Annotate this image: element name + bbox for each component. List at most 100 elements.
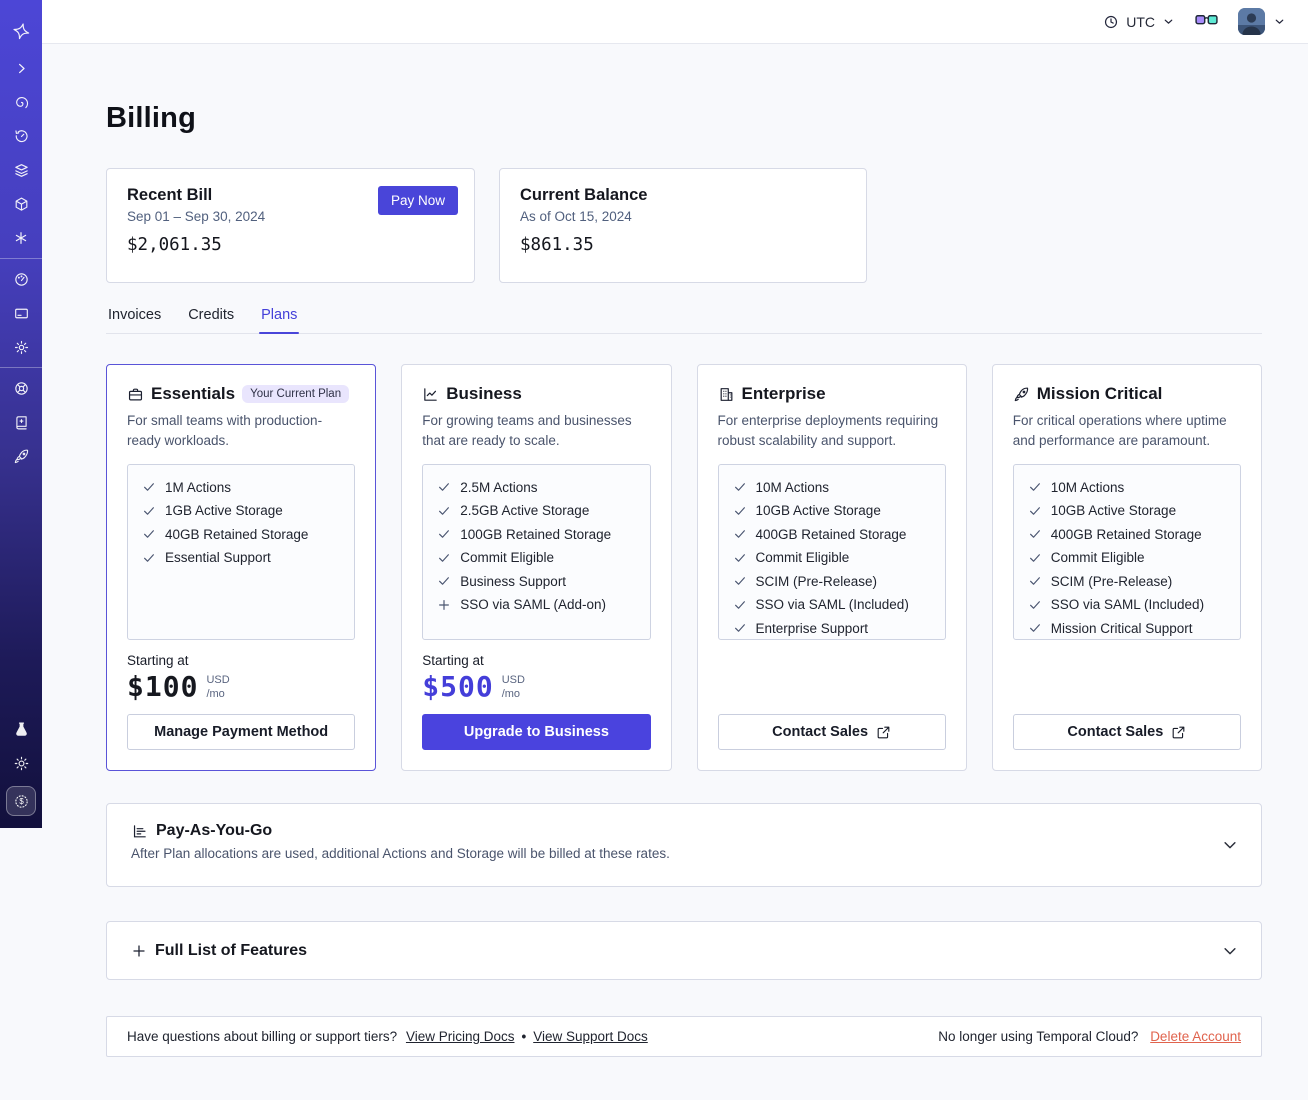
manage-payment-method-button[interactable]: Manage Payment Method [127,714,356,750]
view-pricing-docs-link[interactable]: View Pricing Docs [406,1029,515,1044]
feature-row: 10GB Active Storage [1028,503,1226,518]
plan-card-essentials: Essentials Your Current Plan For small t… [106,364,377,771]
feature-row: 10M Actions [733,480,931,495]
check-icon [1029,553,1040,562]
plan-price: $100 [127,669,199,703]
building-icon [718,386,735,403]
top-bar: UTC [42,0,1308,44]
check-icon [1029,600,1040,609]
plan-description: For small teams with production-ready wo… [127,413,323,449]
contact-sales-label: Contact Sales [1067,724,1164,740]
feature-row: 2.5M Actions [437,480,635,495]
delete-account-link[interactable]: Delete Account [1150,1029,1241,1044]
feature-row: 100GB Retained Storage [437,527,635,542]
check-icon [734,530,745,538]
check-icon [144,506,154,515]
price-currency: USD [206,673,230,686]
feature-row: SSO via SAML (Included) [733,597,931,612]
theme-sun-icon[interactable] [0,746,42,780]
sidebar-divider [0,258,42,259]
billing-card-icon[interactable] [0,296,42,330]
starting-at-label: Starting at [422,652,484,668]
rocket-icon [1013,386,1030,403]
schedules-icon[interactable] [0,119,42,153]
chevron-down-icon[interactable] [1221,942,1239,960]
separator-dot: • [521,1029,527,1044]
feature-row: Essential Support [142,550,340,565]
current-balance-amount: $861.35 [520,235,594,255]
contact-sales-button[interactable]: Contact Sales [717,714,946,750]
sidebar-item-billing-active[interactable]: $ [6,786,36,816]
contact-sales-button[interactable]: Contact Sales [1012,714,1241,750]
paygo-subtitle: After Plan allocations are used, additio… [131,846,670,861]
feature-row: 1M Actions [142,480,340,495]
billing-footer: Have questions about billing or support … [106,1016,1262,1057]
docs-book-icon[interactable] [0,405,42,439]
check-icon [1029,624,1040,632]
check-icon [144,530,154,538]
tab-plans[interactable]: Plans [259,307,300,334]
layers-icon[interactable] [0,153,42,187]
check-icon [439,553,450,562]
temporal-logo-icon[interactable] [0,13,42,47]
timezone-selector[interactable]: UTC [1103,14,1175,30]
feature-row: 2.5GB Active Storage [437,503,635,518]
plan-feature-list: 10M Actions 10GB Active Storage 400GB Re… [717,463,946,640]
deployments-cube-icon[interactable] [0,187,42,221]
rates-chart-icon [131,823,148,840]
plan-card-mission-critical: Mission Critical For critical operations… [991,364,1262,771]
check-icon [439,506,450,515]
feature-row: Mission Critical Support [1028,621,1226,636]
check-icon [1029,530,1040,538]
plus-icon [131,943,147,959]
chevron-down-icon[interactable] [1273,15,1286,28]
view-support-docs-link[interactable]: View Support Docs [533,1029,648,1044]
price-block: Starting at $100 USD/mo [127,653,355,703]
check-icon [1029,506,1040,515]
user-avatar[interactable] [1238,8,1265,35]
delete-question: No longer using Temporal Cloud? [938,1029,1139,1044]
check-icon [144,553,154,562]
timezone-label: UTC [1126,13,1155,30]
chevron-down-icon[interactable] [1221,836,1239,854]
plan-feature-list: 10M Actions 10GB Active Storage 400GB Re… [1012,463,1241,640]
support-lifebuoy-icon[interactable] [0,371,42,405]
clock-icon [1103,14,1119,30]
price-currency: USD [501,673,525,686]
namespaces-icon[interactable] [0,85,42,119]
feature-row: 40GB Retained Storage [142,527,340,542]
labs-flask-icon[interactable] [0,712,42,746]
check-icon [734,553,745,562]
feature-row: Business Support [437,574,635,589]
pay-as-you-go-panel[interactable]: Pay-As-You-Go After Plan allocations are… [106,803,1262,887]
footer-delete-text: No longer using Temporal Cloud? Delete A… [938,1029,1241,1044]
footer-help-text: Have questions about billing or support … [127,1029,648,1044]
check-icon [439,530,450,538]
pay-now-button[interactable]: Pay Now [377,186,458,215]
briefcase-icon [127,386,144,403]
feature-row: 400GB Retained Storage [733,527,931,542]
summary-cards: Recent Bill Sep 01 – Sep 30, 2024 $2,061… [106,168,1262,283]
plan-description: For growing teams and businesses that ar… [422,413,632,449]
getting-started-rocket-icon[interactable] [0,439,42,473]
settings-gear-icon[interactable] [0,330,42,364]
check-icon [734,506,745,515]
dev-glasses-icon[interactable] [1195,14,1218,29]
tab-credits[interactable]: Credits [186,307,236,333]
dollar-glyph: $ [19,797,24,806]
current-balance-as-of: As of Oct 15, 2024 [520,209,632,224]
plan-card-business: Business For growing teams and businesse… [401,364,672,771]
usage-meter-icon[interactable] [0,262,42,296]
check-icon [144,483,154,491]
feature-row: 10GB Active Storage [733,503,931,518]
check-icon [734,624,745,632]
recent-bill-card: Recent Bill Sep 01 – Sep 30, 2024 $2,061… [106,168,475,283]
full-features-panel[interactable]: Full List of Features [106,921,1262,980]
expand-sidebar-icon[interactable] [0,51,42,85]
upgrade-to-business-button[interactable]: Upgrade to Business [422,714,651,750]
footer-question: Have questions about billing or support … [127,1029,398,1044]
current-balance-title: Current Balance [520,186,648,204]
check-icon [1029,483,1040,491]
tab-invoices[interactable]: Invoices [106,307,163,333]
asterisk-icon[interactable] [0,221,42,255]
